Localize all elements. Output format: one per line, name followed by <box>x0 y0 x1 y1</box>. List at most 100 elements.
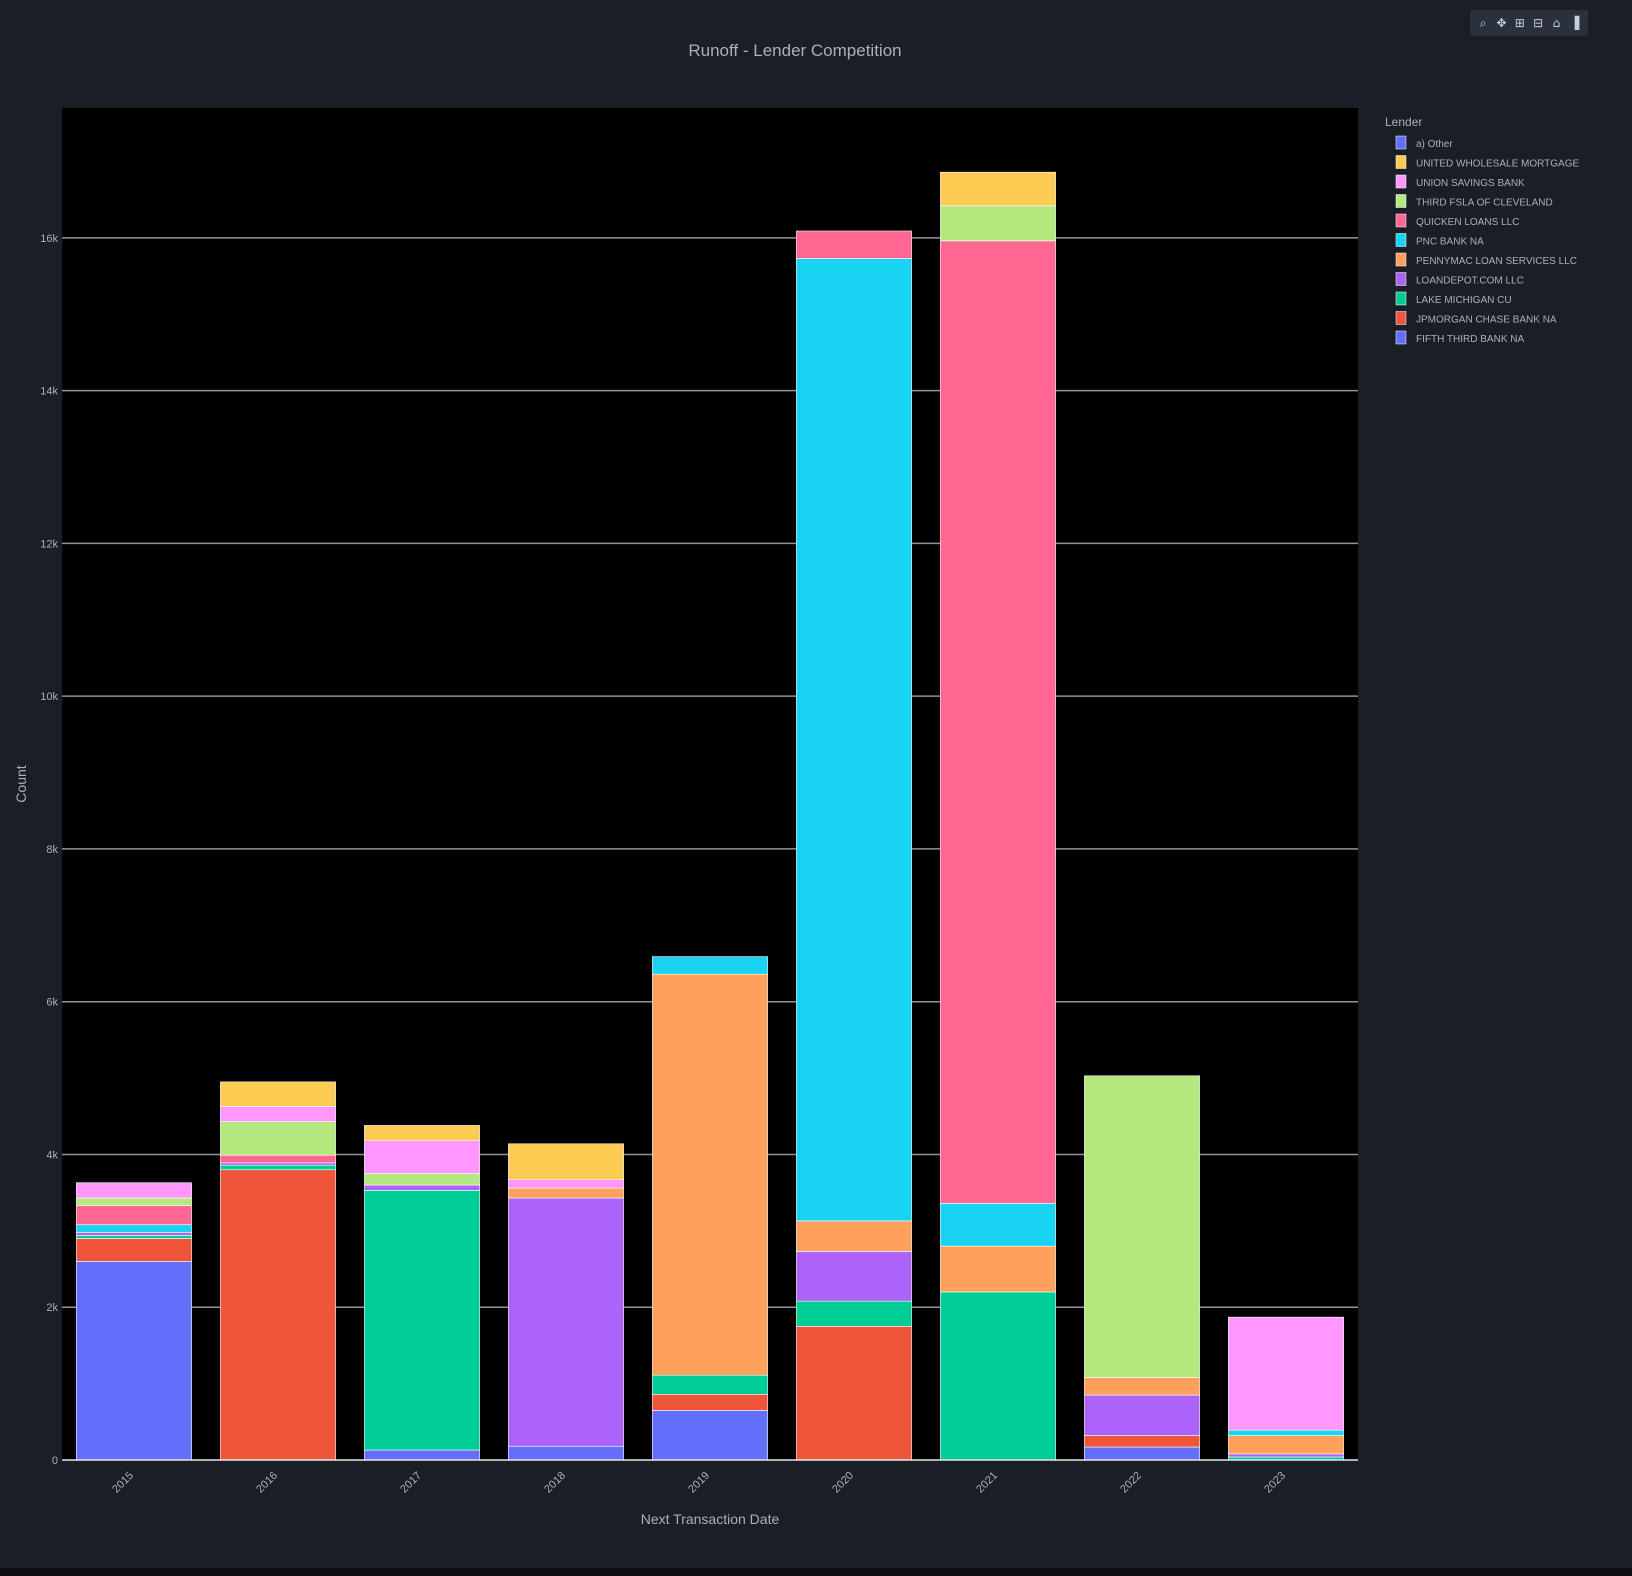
legend-swatch <box>1395 135 1407 150</box>
x-axis: 2015 2016 2017 2018 2019 2020 2021 2022 2023 <box>110 1470 1288 1496</box>
bar-segment <box>652 1410 768 1461</box>
bar-segment <box>796 1326 912 1461</box>
y-tick-label: 14k <box>40 386 58 398</box>
bar-segment <box>76 1232 192 1236</box>
bar-segment <box>796 1251 912 1302</box>
legend-label: UNITED WHOLESALE MORTGAGE <box>1416 159 1580 170</box>
legend-swatch <box>1395 233 1407 247</box>
y-tick-label: 12k <box>40 538 58 550</box>
bar-segment <box>940 240 1056 1204</box>
legend-swatch <box>1395 155 1407 169</box>
legend-item[interactable]: QUICKEN LOANS LLC <box>1395 213 1519 228</box>
bar-segment <box>76 1197 192 1206</box>
legend-item[interactable]: PNC BANK NA <box>1395 233 1484 248</box>
legend-swatch <box>1395 311 1407 325</box>
x-tick-label: 2023 <box>1262 1470 1288 1496</box>
bar-segment <box>796 230 912 259</box>
bar-segment <box>220 1121 336 1156</box>
bar-segment <box>364 1140 480 1174</box>
legend-label: PENNYMAC LOAN SERVICES LLC <box>1416 256 1577 267</box>
y-tick-label: 4k <box>46 1149 58 1161</box>
legend-item[interactable]: a) Other <box>1395 135 1453 150</box>
legend-label: QUICKEN LOANS LLC <box>1416 217 1519 228</box>
y-tick-label: 0 <box>52 1455 58 1467</box>
y-tick-label: 8k <box>46 844 58 856</box>
bar-segment <box>364 1173 480 1186</box>
x-tick-label: 2017 <box>398 1470 424 1496</box>
x-axis-title: Next Transaction Date <box>641 1511 780 1527</box>
bar-segment <box>76 1235 192 1239</box>
bar-segment <box>1228 1316 1344 1431</box>
bar-segment <box>940 1245 1056 1293</box>
bar-segment <box>508 1445 624 1461</box>
legend-label: UNION SAVINGS BANK <box>1416 178 1525 189</box>
bar-segment <box>220 1164 336 1171</box>
bar-segment <box>76 1205 192 1226</box>
bar-segment <box>220 1169 336 1461</box>
bar-segment <box>796 1220 912 1252</box>
bar-segment <box>508 1143 624 1180</box>
bar-segment <box>76 1261 192 1461</box>
bar-segment <box>1084 1435 1200 1448</box>
legend-label: JPMORGAN CHASE BANK NA <box>1416 315 1557 326</box>
legend-label: a) Other <box>1416 139 1453 150</box>
bar-segment <box>652 1394 768 1411</box>
legend-swatch <box>1395 291 1407 306</box>
x-tick-label: 2019 <box>686 1470 712 1496</box>
bar-segment <box>796 1300 912 1327</box>
bar-segment <box>940 1291 1056 1461</box>
legend-item[interactable]: PENNYMAC LOAN SERVICES LLC <box>1395 252 1577 267</box>
y-tick-label: 2k <box>46 1302 58 1314</box>
legend-label: LAKE MICHIGAN CU <box>1416 295 1512 306</box>
y-tick-label: 10k <box>40 691 58 703</box>
y-tick-label: 16k <box>40 233 58 245</box>
chart-container: ⌕ ✥ ⊞ ⊟ ⌂ ▐ 0 2k 4k 6k 8k 10k 12k 14k 16k 2015 2016 201… <box>0 0 1632 1568</box>
legend-item[interactable]: THIRD FSLA OF CLEVELAND <box>1395 194 1553 209</box>
legend-item[interactable]: JPMORGAN CHASE BANK NA <box>1395 311 1557 326</box>
bar-segment <box>508 1197 624 1447</box>
bar-segment <box>1228 1429 1344 1436</box>
legend-label: THIRD FSLA OF CLEVELAND <box>1416 198 1553 209</box>
legend-label: FIFTH THIRD BANK NA <box>1416 334 1524 345</box>
bar-segment <box>1084 1446 1200 1461</box>
bar-segment <box>364 1190 480 1451</box>
bar-segment <box>220 1162 336 1166</box>
x-tick-label: 2020 <box>830 1470 856 1496</box>
legend-item[interactable]: LAKE MICHIGAN CU <box>1395 291 1512 306</box>
legend-item[interactable]: FIFTH THIRD BANK NA <box>1395 330 1524 345</box>
bar-segment <box>1084 1394 1200 1436</box>
bar-segment <box>1228 1435 1344 1455</box>
bar-segment <box>1228 1453 1344 1458</box>
bar-segment <box>508 1179 624 1189</box>
legend-item[interactable]: UNITED WHOLESALE MORTGAGE <box>1395 155 1580 170</box>
legend-item[interactable]: UNION SAVINGS BANK <box>1395 174 1525 189</box>
legend-swatch <box>1395 174 1407 189</box>
legend-swatch <box>1395 330 1407 345</box>
bar-segment <box>220 1154 336 1164</box>
x-tick-label: 2022 <box>1118 1470 1144 1496</box>
bar-segment <box>76 1224 192 1233</box>
bar-segment <box>796 258 912 1222</box>
bar-segment <box>652 1374 768 1395</box>
bar-segment <box>1084 1075 1200 1378</box>
legend-item[interactable]: LOANDEPOT.COM LLC <box>1395 272 1524 287</box>
bar-segment <box>76 1238 192 1262</box>
bar-segment <box>940 171 1056 207</box>
legend-label: LOANDEPOT.COM LLC <box>1416 276 1524 287</box>
bar-segment <box>364 1125 480 1142</box>
bar-segment <box>220 1081 336 1107</box>
legend-swatch <box>1395 213 1407 228</box>
legend-swatch <box>1395 272 1407 286</box>
bar-segment <box>76 1182 192 1199</box>
bar-segment <box>220 1106 336 1122</box>
bar-segment <box>652 956 768 975</box>
bar-segment <box>508 1187 624 1199</box>
legend-swatch <box>1395 252 1407 267</box>
plotly-chart: 02k4k6k8k10k12k14k16k 2015 2016 2017 2018 20… <box>13 41 1580 1527</box>
y-tick-label: 6k <box>46 997 58 1009</box>
bar-segment <box>940 205 1056 242</box>
chart-title: Runoff - Lender Competition <box>688 41 901 60</box>
legend: Lender a) Other UNITED WHOLESALE MORTGAGE… <box>1385 115 1580 345</box>
legend-swatch <box>1395 194 1407 208</box>
x-tick-label: 2015 <box>110 1470 136 1496</box>
